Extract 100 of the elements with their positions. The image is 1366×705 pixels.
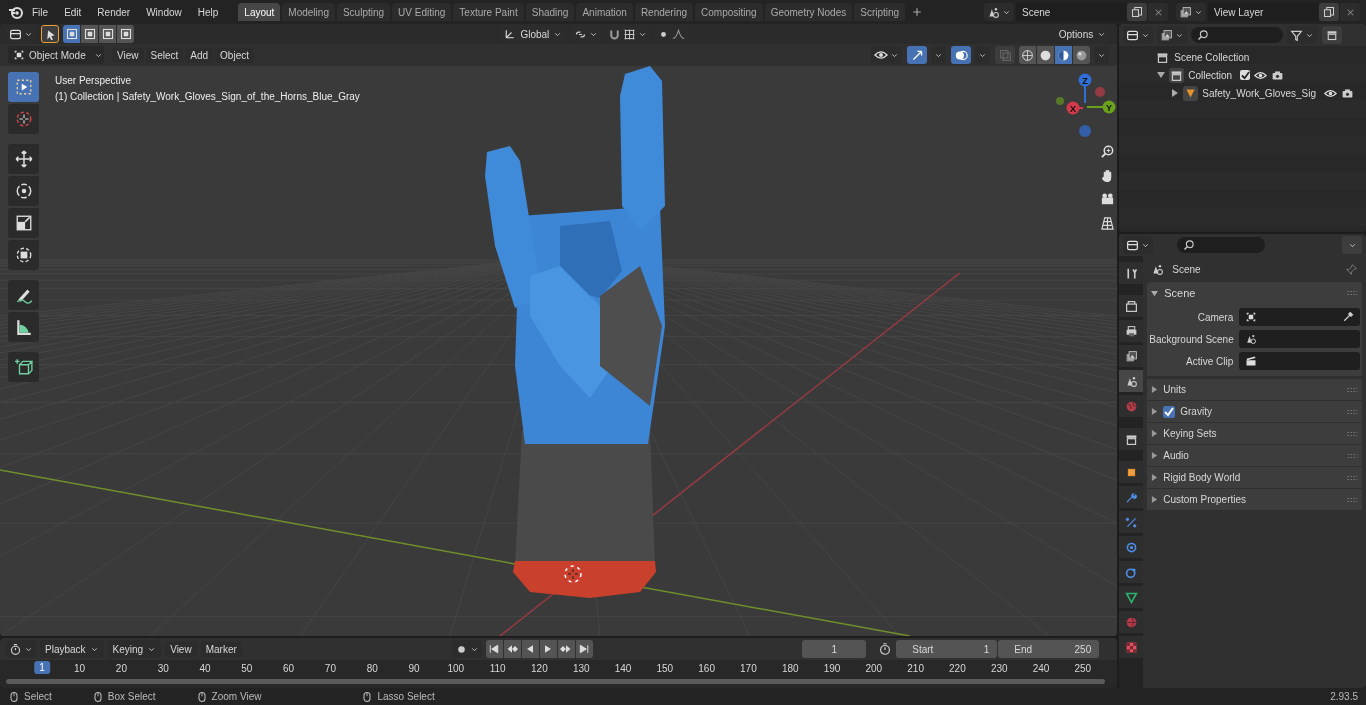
search-field[interactable] xyxy=(1191,27,1284,43)
properties-tab[interactable] xyxy=(1119,561,1144,583)
jump-end-button[interactable] xyxy=(575,640,593,658)
panel-title[interactable]: Audio xyxy=(1163,450,1189,461)
menu-dropdown[interactable]: Playback xyxy=(40,640,104,658)
search-field[interactable] xyxy=(1177,237,1266,253)
collapsed-triangle-icon[interactable] xyxy=(1171,89,1180,97)
editor-type-button[interactable] xyxy=(1123,26,1154,44)
scene-selector-button[interactable] xyxy=(984,3,1014,21)
tool-button[interactable] xyxy=(8,240,39,270)
properties-tab[interactable] xyxy=(1119,586,1144,608)
collapsed-triangle-icon[interactable] xyxy=(1151,408,1159,415)
previous-keyframe-button[interactable] xyxy=(503,640,521,658)
workspace-tab[interactable]: Animation xyxy=(576,3,633,21)
new-collection-button[interactable] xyxy=(1322,26,1343,44)
auto-key-button[interactable] xyxy=(451,640,482,658)
checkbox[interactable] xyxy=(1163,405,1176,418)
editor-type-button[interactable] xyxy=(6,640,36,658)
properties-tab[interactable] xyxy=(1119,636,1144,658)
outliner-item[interactable]: Safety_Work_Gloves_Sig xyxy=(1202,87,1316,99)
exclude-checkbox[interactable] xyxy=(1240,70,1251,80)
selection-mode-button[interactable] xyxy=(81,25,98,43)
axis-handle[interactable] xyxy=(1079,125,1091,137)
menu-dropdown[interactable]: Keying xyxy=(107,640,162,658)
object-field[interactable] xyxy=(1239,352,1360,370)
outliner-item[interactable]: Collection xyxy=(1188,69,1233,81)
properties-tab[interactable] xyxy=(1119,262,1144,284)
properties-tab[interactable] xyxy=(1119,320,1144,342)
collapsed-triangle-icon[interactable] xyxy=(1151,452,1159,459)
expanded-triangle-icon[interactable] xyxy=(1151,289,1159,297)
workspace-tab[interactable]: Rendering xyxy=(634,3,694,21)
workspace-tab[interactable]: Compositing xyxy=(695,3,763,21)
axis-handle[interactable]: Y xyxy=(1086,100,1116,114)
collapsed-triangle-icon[interactable] xyxy=(1151,474,1159,481)
properties-tab[interactable] xyxy=(1119,295,1144,317)
panel-title[interactable]: Keying Sets xyxy=(1163,428,1217,439)
workspace-tab[interactable]: Geometry Nodes xyxy=(764,3,853,21)
workspace-tab[interactable]: Layout xyxy=(238,3,281,21)
selection-mode-button[interactable] xyxy=(63,25,80,43)
tool-button[interactable] xyxy=(8,176,39,206)
menu-item[interactable]: View xyxy=(165,641,197,657)
tool-button[interactable] xyxy=(8,280,39,310)
properties-tab[interactable] xyxy=(1119,486,1144,508)
visibility-button[interactable] xyxy=(871,46,903,64)
copy-button[interactable] xyxy=(1127,3,1147,21)
editor-type-button[interactable] xyxy=(1123,236,1154,254)
view-layer-selector-button[interactable] xyxy=(1176,3,1206,21)
view-layer-field[interactable]: View Layer xyxy=(1208,3,1318,21)
workspace-tab[interactable]: Texture Paint xyxy=(453,3,524,21)
properties-tab[interactable] xyxy=(1119,536,1144,558)
panel-title[interactable]: Units xyxy=(1163,384,1187,395)
axis-handle[interactable] xyxy=(1056,97,1064,105)
tool-button[interactable] xyxy=(8,144,39,174)
filter-button[interactable] xyxy=(1287,26,1318,44)
close-button[interactable] xyxy=(1340,3,1360,21)
collapsed-triangle-icon[interactable] xyxy=(1151,386,1159,393)
menu-item[interactable]: Edit xyxy=(56,6,90,18)
panel-title[interactable]: Gravity xyxy=(1180,406,1212,417)
menu-item[interactable]: Add xyxy=(185,47,214,63)
copy-button[interactable] xyxy=(1319,3,1339,21)
selection-mode-button[interactable] xyxy=(99,25,116,43)
start-frame-field[interactable]: Start 1 xyxy=(896,640,998,658)
properties-tab[interactable] xyxy=(1119,511,1144,533)
axis-handle[interactable]: Z xyxy=(1078,73,1092,104)
mode-dropdown[interactable]: Object Mode xyxy=(8,46,104,64)
expanded-triangle-icon[interactable] xyxy=(1157,71,1166,79)
properties-tab[interactable] xyxy=(1119,428,1144,450)
workspace-tab[interactable]: Scripting xyxy=(854,3,906,21)
object-field[interactable] xyxy=(1239,330,1360,348)
active-tool-button[interactable] xyxy=(41,25,59,43)
panel-title[interactable]: Custom Properties xyxy=(1163,494,1247,505)
outliner-item[interactable]: Scene Collection xyxy=(1174,51,1250,63)
menu-item[interactable]: Marker xyxy=(200,641,242,657)
collapsed-triangle-icon[interactable] xyxy=(1151,496,1159,503)
tool-button[interactable] xyxy=(8,352,39,382)
properties-tab[interactable] xyxy=(1119,461,1144,483)
playhead[interactable]: 1 xyxy=(34,661,50,674)
jump-start-button[interactable] xyxy=(485,640,503,658)
play-reverse-button[interactable] xyxy=(521,640,539,658)
end-frame-field[interactable]: End 250 xyxy=(998,640,1100,658)
overlay-toggle[interactable] xyxy=(951,46,972,64)
menu-item[interactable]: Help xyxy=(189,6,227,18)
play-button[interactable] xyxy=(539,640,557,658)
tool-button[interactable] xyxy=(8,312,39,342)
properties-tab[interactable] xyxy=(1119,370,1144,392)
next-keyframe-button[interactable] xyxy=(557,640,575,658)
shading-mode-button[interactable] xyxy=(1073,46,1091,64)
tool-button[interactable] xyxy=(8,208,39,238)
properties-tab[interactable] xyxy=(1119,345,1144,367)
menu-item[interactable]: Window xyxy=(138,6,190,18)
workspace-tab[interactable]: Sculpting xyxy=(336,3,391,21)
workspace-tab[interactable]: Modeling xyxy=(282,3,335,21)
xray-toggle[interactable] xyxy=(995,46,1016,64)
shading-mode-button[interactable] xyxy=(1019,46,1037,64)
panel-title[interactable]: Scene xyxy=(1164,287,1196,299)
menu-item[interactable]: View xyxy=(112,47,144,63)
menu-item[interactable]: Object xyxy=(215,47,254,63)
scrollbar[interactable] xyxy=(6,679,1106,684)
shading-mode-button[interactable] xyxy=(1037,46,1055,64)
object-field[interactable] xyxy=(1239,308,1360,326)
